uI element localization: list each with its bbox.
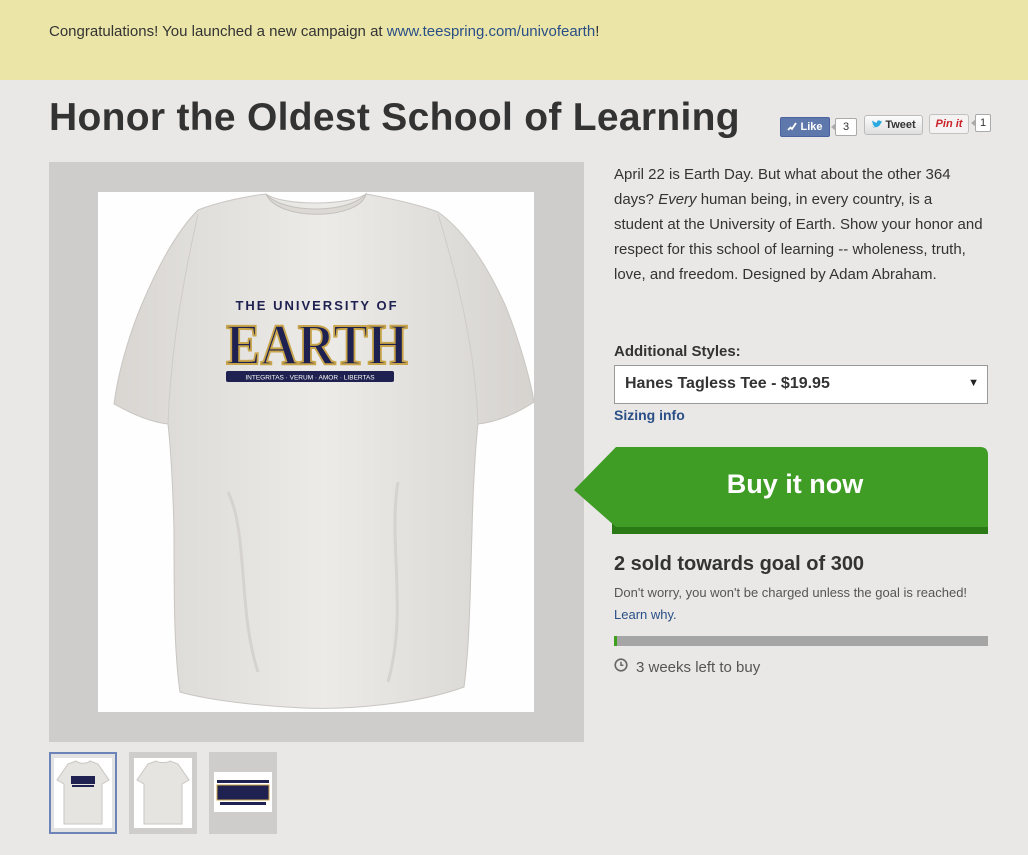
style-select[interactable]: Hanes Tagless Tee - $19.95 ▼: [614, 365, 988, 404]
shirt-logo-main: EARTH: [226, 312, 408, 377]
shirt-logo-top: THE UNIVERSITY OF: [235, 298, 398, 313]
style-select-value: Hanes Tagless Tee - $19.95: [625, 375, 830, 392]
like-label: Like: [800, 121, 823, 133]
additional-styles-label: Additional Styles:: [614, 343, 741, 360]
campaign-url-link[interactable]: www.teespring.com/univofearth: [387, 23, 595, 40]
tweet-label: Tweet: [885, 119, 916, 131]
buy-button-label: Buy it now: [726, 469, 864, 499]
buy-it-now-button[interactable]: Buy it now: [574, 447, 988, 534]
pin-count: 1: [971, 114, 991, 132]
time-left-text: 3 weeks left to buy: [636, 658, 761, 676]
dropdown-arrow-icon: ▼: [968, 377, 979, 389]
banner-message: Congratulations! You launched a new camp…: [49, 23, 599, 40]
thumbs-up-icon: [787, 121, 798, 134]
sold-count: 2 sold towards goal of 300: [614, 553, 865, 575]
learn-why-link[interactable]: Learn why.: [614, 607, 677, 622]
twitter-bird-icon: [871, 119, 883, 132]
clock-icon: [614, 658, 628, 676]
product-image-frame: THE UNIVERSITY OF EARTH INTEGRITAS · VER…: [49, 162, 584, 742]
banner-text: Congratulations! You launched a new camp…: [49, 23, 387, 40]
pin-it-button[interactable]: Pin it: [929, 114, 969, 134]
goal-progress-bar: [614, 636, 988, 646]
product-description: April 22 is Earth Day. But what about th…: [614, 162, 984, 287]
thumbnail-back[interactable]: [129, 752, 197, 834]
banner-text-end: !: [595, 23, 600, 40]
product-image[interactable]: THE UNIVERSITY OF EARTH INTEGRITAS · VER…: [98, 192, 535, 712]
goal-progress-fill: [614, 636, 617, 646]
thumbnail-design[interactable]: [209, 752, 277, 834]
pin-it-label: Pin it: [935, 118, 963, 130]
charge-note-text: Don't worry, you won't be charged unless…: [614, 585, 968, 600]
charge-note: Don't worry, you won't be charged unless…: [614, 582, 984, 626]
sizing-info-link[interactable]: Sizing info: [614, 407, 685, 423]
tweet-button[interactable]: Tweet: [864, 115, 923, 135]
shirt-logo-motto: INTEGRITAS · VERUM · AMOR · LIBERTAS: [245, 375, 375, 382]
t-shirt-front-image: THE UNIVERSITY OF EARTH INTEGRITAS · VER…: [113, 193, 535, 709]
facebook-like-button[interactable]: Like: [780, 117, 830, 137]
thumbnail-front[interactable]: [49, 752, 117, 834]
earth-logo-thumbnail: [216, 780, 270, 805]
like-count: 3: [831, 118, 857, 136]
page-title: Honor the Oldest School of Learning: [49, 96, 740, 139]
t-shirt-front-thumbnail: [56, 760, 110, 825]
time-left: 3 weeks left to buy: [614, 658, 760, 676]
t-shirt-back-thumbnail: [136, 760, 190, 825]
description-emphasis: Every: [658, 191, 697, 208]
notification-banner: Congratulations! You launched a new camp…: [0, 0, 1028, 80]
